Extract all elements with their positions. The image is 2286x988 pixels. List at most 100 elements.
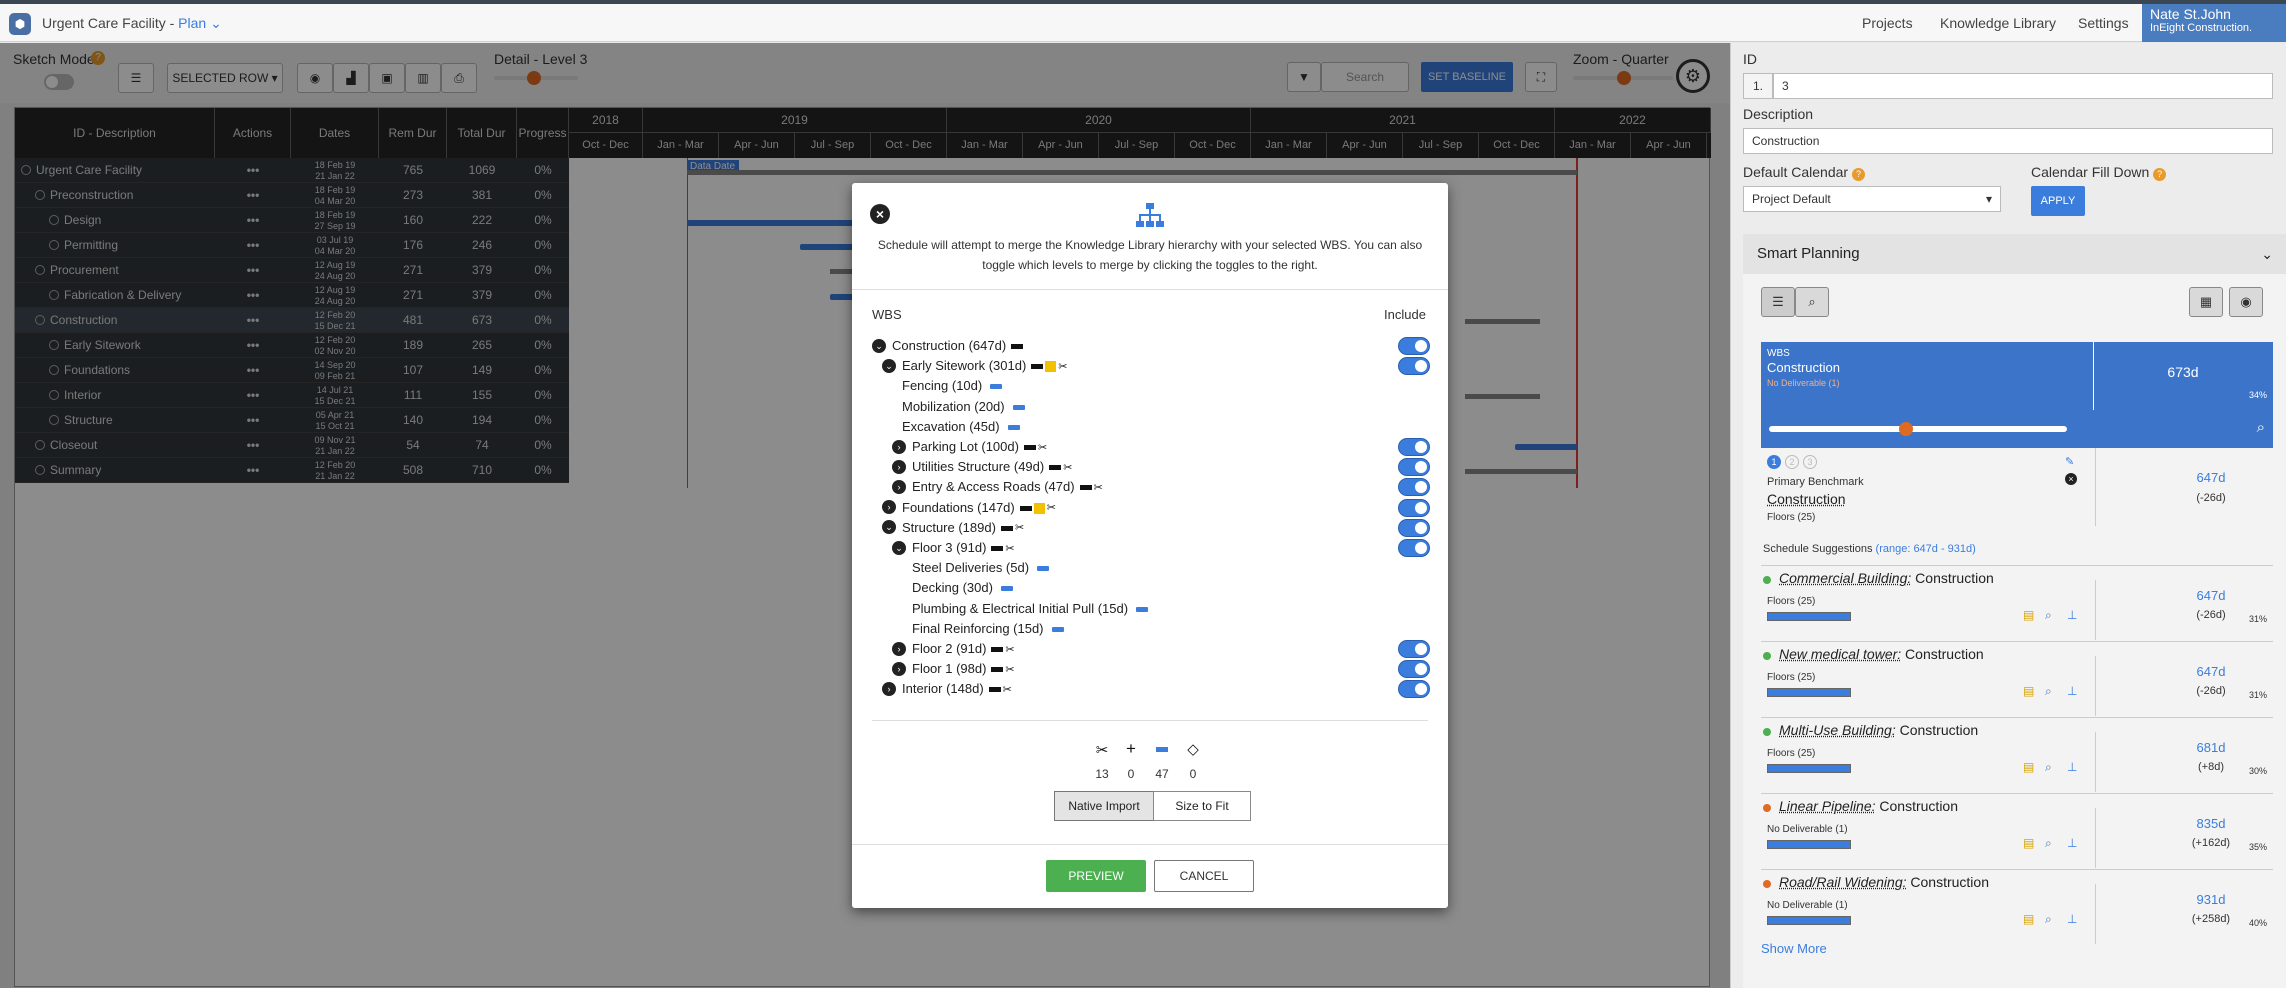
hierarchy-icon[interactable]: ⊥ [2067,836,2077,850]
note-icon[interactable]: ▤ [2023,912,2034,926]
user-menu[interactable]: Nate St.John InEight Construction. [2142,4,2286,42]
expand-chevron-icon[interactable]: › [882,500,896,515]
expand-chevron-icon[interactable]: › [882,681,896,696]
step-2-icon[interactable]: 2 [1785,455,1799,469]
edit-icon[interactable]: ✎ [2065,455,2074,468]
wbs-tree-item[interactable]: Decking (30d) [902,578,1013,598]
show-more-link[interactable]: Show More [1761,941,1827,956]
nav-knowledge-library[interactable]: Knowledge Library [1940,15,2056,31]
suggestion-card[interactable]: New medical tower: Construction Floors (2… [1761,641,2273,716]
nav-settings[interactable]: Settings [2078,15,2129,31]
note-icon[interactable]: ▤ [2023,684,2034,698]
wbs-tree-item[interactable]: Final Reinforcing (15d) [902,619,1064,639]
search-icon[interactable]: ⌕ [2045,760,2052,775]
project-title[interactable]: Urgent Care Facility - Plan ⌄ [42,15,222,32]
suggestion-percent: 40% [2248,918,2267,928]
wbs-tree-item[interactable]: ⌄ Early Sitework (301d) ✂ [882,356,1068,376]
wbs-tree-item[interactable]: › Utilities Structure (49d) ✂ [892,457,1072,477]
calendar-icon[interactable]: ▦ [2189,287,2223,317]
wbs-tree-item[interactable]: Plumbing & Electrical Initial Pull (15d) [902,599,1149,619]
wbs-tree-item[interactable]: › Interior (148d) ✂ [882,679,1012,699]
suggestion-title[interactable]: Multi-Use Building: Construction [1779,722,1978,738]
app-logo-icon[interactable]: ⬢ [9,13,31,35]
note-icon[interactable]: ▤ [2023,760,2034,774]
include-toggle[interactable] [1398,357,1430,376]
calendar-select[interactable]: Project Default ▾ [1743,186,2001,212]
search-icon[interactable]: ⌕ [1795,287,1829,317]
preview-button[interactable]: PREVIEW [1046,860,1146,892]
suggestion-card[interactable]: Linear Pipeline: Construction No Delivera… [1761,793,2273,868]
view-icon[interactable]: ◉ [2229,287,2263,317]
wbs-card[interactable]: WBS Construction No Deliverable (1) 673d… [1761,342,2273,410]
wbs-tree-item[interactable]: › Floor 1 (98d) ✂ [892,659,1015,679]
benchmark-slider[interactable] [1769,426,2067,432]
expand-chevron-icon[interactable]: › [892,641,906,656]
description-input[interactable]: Construction [1743,128,2273,154]
suggestion-title[interactable]: Road/Rail Widening: Construction [1779,874,1989,890]
include-toggle[interactable] [1398,438,1430,456]
include-toggle[interactable] [1398,518,1430,537]
wbs-tree-item[interactable]: ⌄ Floor 3 (91d) ✂ [892,538,1015,558]
search-icon[interactable]: ⌕ [2045,912,2052,927]
suggestion-title[interactable]: New medical tower: Construction [1779,646,1984,662]
collapse-chevron-icon[interactable]: ⌄ [882,520,896,535]
search-icon[interactable]: ⌕ [2045,608,2052,623]
wbs-tree-item[interactable]: ⌄ Structure (189d) ✂ [882,518,1024,538]
include-toggle[interactable] [1398,539,1430,557]
wbs-tree-item[interactable]: › Parking Lot (100d) ✂ [892,437,1047,457]
wbs-tree-item[interactable]: › Foundations (147d) ✂ [882,498,1056,518]
hierarchy-icon[interactable]: ⊥ [2067,684,2077,698]
suggestion-card[interactable]: Commercial Building: Construction Floors … [1761,565,2273,640]
include-toggle[interactable] [1398,458,1430,477]
plan-dropdown[interactable]: Plan [178,15,206,31]
search-icon[interactable]: ⌕ [2045,684,2052,699]
include-toggle[interactable] [1398,640,1430,658]
benchmark-slider-knob[interactable] [1899,422,1913,436]
hierarchy-icon[interactable]: ⊥ [2067,608,2077,622]
include-toggle[interactable] [1398,680,1430,699]
wbs-tree-item[interactable]: Fencing (10d) [892,376,1003,396]
apply-button[interactable]: APPLY [2031,186,2085,216]
cancel-button[interactable]: CANCEL [1154,860,1254,892]
id-input[interactable]: 3 [1773,73,2273,99]
expand-chevron-icon[interactable]: › [892,459,906,474]
suggestion-card[interactable]: Multi-Use Building: Construction Floors (… [1761,717,2273,792]
wbs-tree-item[interactable]: Mobilization (20d) [892,397,1025,417]
help-icon[interactable]: ? [2153,168,2167,181]
help-icon[interactable]: ? [1851,168,1865,181]
smart-planning-header[interactable]: Smart Planning ⌄ [1743,234,2286,274]
note-icon[interactable]: ▤ [2023,836,2034,850]
hierarchy-icon[interactable]: ⊥ [2067,760,2077,774]
step-3-icon[interactable]: 3 [1803,455,1817,469]
wbs-tree-item[interactable]: › Entry & Access Roads (47d) ✂ [892,477,1103,497]
nav-projects[interactable]: Projects [1862,15,1913,31]
expand-chevron-icon[interactable]: › [892,439,906,454]
wbs-tree-item[interactable]: Steel Deliveries (5d) [902,558,1050,578]
remove-icon[interactable]: × [2065,473,2077,485]
step-1-icon[interactable]: 1 [1767,455,1781,469]
search-icon[interactable]: ⌕ [2257,419,2265,436]
suggestion-title[interactable]: Commercial Building: Construction [1779,570,1994,586]
benchmark-name[interactable]: Construction [1767,491,1846,507]
wbs-tree-item[interactable]: Excavation (45d) [892,417,1020,437]
size-to-fit-button[interactable]: Size to Fit [1153,791,1251,821]
suggestion-title[interactable]: Linear Pipeline: Construction [1779,798,1958,814]
collapse-chevron-icon[interactable]: ⌄ [892,540,906,555]
collapse-chevron-icon[interactable]: ⌄ [882,358,896,373]
include-toggle[interactable] [1398,478,1430,497]
close-icon[interactable]: × [870,204,890,224]
include-toggle[interactable] [1398,498,1430,517]
expand-chevron-icon[interactable]: › [892,661,906,676]
hierarchy-icon[interactable]: ⊥ [2067,912,2077,926]
include-toggle[interactable] [1398,337,1430,355]
expand-chevron-icon[interactable]: › [892,479,906,494]
note-icon[interactable]: ▤ [2023,608,2034,622]
include-toggle[interactable] [1398,660,1430,679]
wbs-tree-item[interactable]: › Floor 2 (91d) ✂ [892,639,1015,659]
native-import-button[interactable]: Native Import [1054,791,1154,821]
collapse-chevron-icon[interactable]: ⌄ [872,338,886,353]
list-view-icon[interactable]: ☰ [1761,287,1795,317]
search-icon[interactable]: ⌕ [2045,836,2052,851]
wbs-tree-item[interactable]: ⌄ Construction (647d) [872,336,1024,356]
suggestion-card[interactable]: Road/Rail Widening: Construction No Deliv… [1761,869,2273,944]
